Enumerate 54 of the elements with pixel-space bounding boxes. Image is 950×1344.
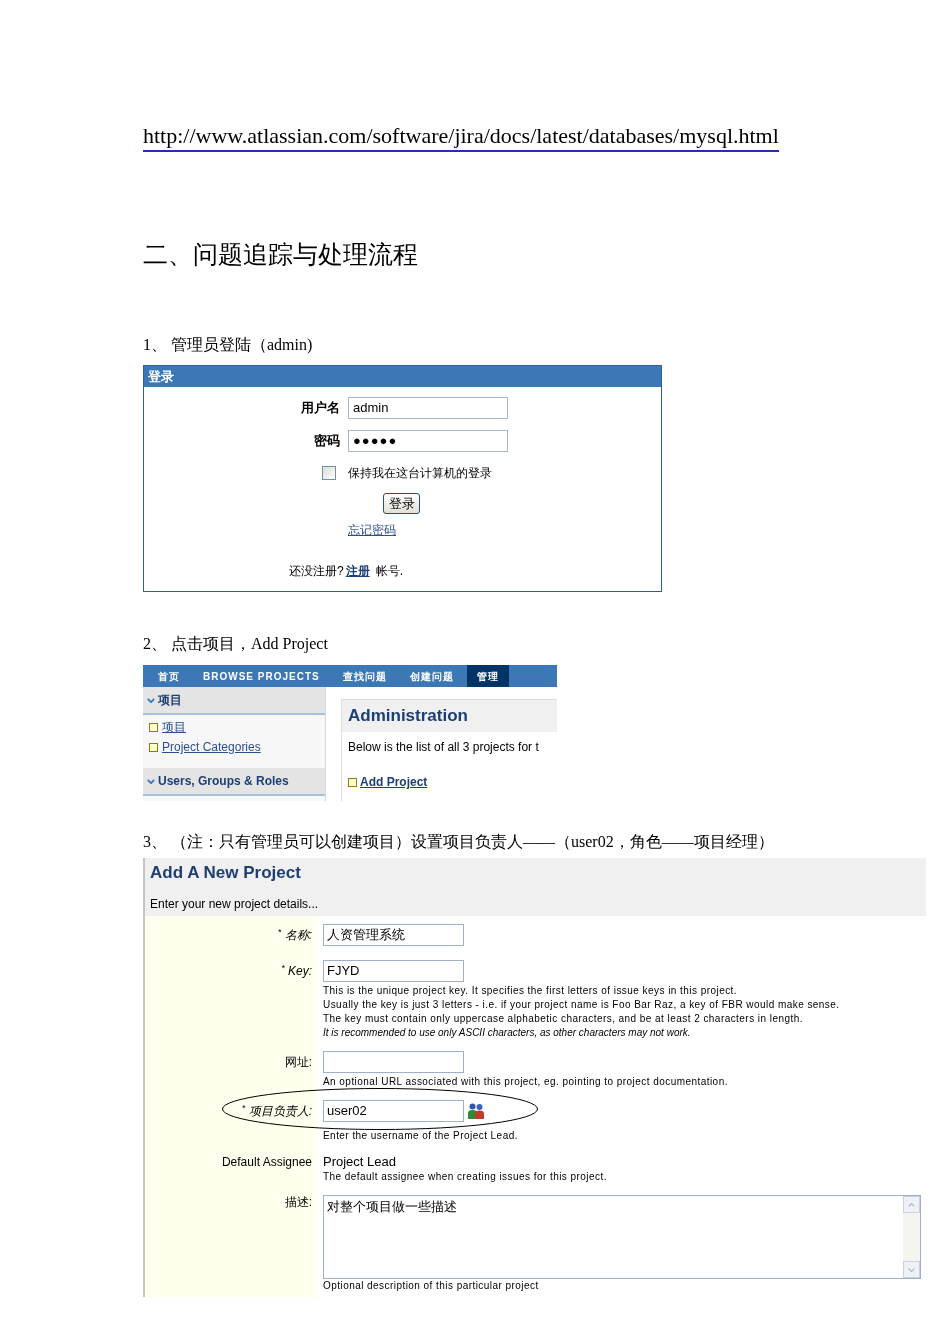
signup-prompt: 还没注册? 注册 帐号.	[289, 564, 404, 578]
remember-label: 保持我在这台计算机的登录	[348, 466, 492, 480]
help-text: An optional URL associated with this project, eg. pointing to project documentation.	[323, 1075, 728, 1089]
text-field[interactable]: 人资管理系统	[323, 924, 464, 946]
caret-up-icon	[908, 1202, 915, 1207]
step-caption: 2、 点击项目，Add Project	[143, 634, 328, 654]
help-text: Optional description of this particular project	[323, 1279, 539, 1293]
square-bullet-icon	[348, 778, 357, 787]
panel-description: Below is the list of all 3 projects for t	[348, 740, 540, 754]
step-caption: 3、 （注：只有管理员可以创建项目）设置项目负责人——（user02，角色——项目经理）	[143, 832, 774, 852]
text-field[interactable]	[323, 1051, 464, 1073]
reference-link[interactable]: http://www.atlassian.com/software/jira/docs/latest/databases/mysql.html	[143, 122, 779, 152]
forgot-password-link[interactable]: 忘记密码	[348, 523, 396, 537]
login-button[interactable]: 登录	[383, 493, 420, 514]
field-label: $^{*}$ 项目负责人:	[241, 1104, 312, 1118]
field-label: 网址:	[284, 1055, 312, 1069]
sidebar-link[interactable]: Project Categories	[162, 740, 261, 755]
field-value: Project Lead	[323, 1154, 396, 1170]
signup-link[interactable]: 注册	[345, 564, 370, 578]
sidebar-link[interactable]: 项目	[162, 720, 186, 735]
caret-down-icon	[908, 1267, 915, 1272]
add-project-link[interactable]: Add Project	[360, 775, 428, 790]
step-caption: 1、 管理员登陆（admin)	[143, 335, 313, 355]
panel-title: Administration	[348, 706, 468, 726]
remember-checkbox[interactable]	[322, 466, 336, 480]
field-label: 用户名	[301, 400, 340, 416]
section-heading: 二、问题追踪与处理流程	[143, 239, 418, 269]
sidebar-section-header[interactable]: 项目	[143, 687, 325, 715]
field-label: Default Assignee	[221, 1155, 312, 1169]
square-bullet-icon	[149, 743, 158, 752]
help-text: The default assignee when creating issues for this project.	[323, 1170, 607, 1184]
page-title: Add A New Project	[150, 863, 301, 883]
text-field[interactable]: FJYD	[323, 960, 464, 982]
username-field[interactable]: admin	[348, 397, 508, 419]
sidebar-section-header[interactable]: Users, Groups & Roles	[143, 768, 325, 796]
user-field[interactable]: user02	[323, 1100, 464, 1122]
field-label: 描述:	[284, 1195, 312, 1209]
panel-title: 登录	[148, 368, 174, 385]
field-label: $^{*}$ Key:	[281, 964, 312, 978]
square-bullet-icon	[149, 723, 158, 732]
field-label: $^{*}$ 名称:	[277, 928, 312, 942]
help-text: Usually the key is just 3 letters - i.e. if your project name is Foo Bar Raz, a key of FBR would make sense.	[323, 998, 840, 1012]
help-note: It is recommended to use only ASCII characters, as other characters may not work.	[323, 1026, 692, 1040]
field-label: 密码	[314, 433, 340, 449]
help-text: The key must contain only uppercase alphabetic characters, and be at least 2 characters in length.	[323, 1012, 804, 1026]
help-text: This is the unique project key. It specifies the first letters of issue keys in this project.	[323, 984, 739, 998]
intro-text: Enter your new project details...	[150, 897, 319, 911]
password-field[interactable]: ●●●●●	[348, 430, 508, 452]
scroll-up-button[interactable]	[903, 1196, 920, 1213]
description-field[interactable]: 对整个项目做一些描述	[323, 1195, 921, 1279]
users-icon[interactable]	[468, 1103, 484, 1119]
scroll-down-button[interactable]	[903, 1261, 920, 1278]
help-text: Enter the username of the Project Lead.	[323, 1129, 518, 1143]
nav-tab[interactable]: 管理	[466, 665, 509, 687]
